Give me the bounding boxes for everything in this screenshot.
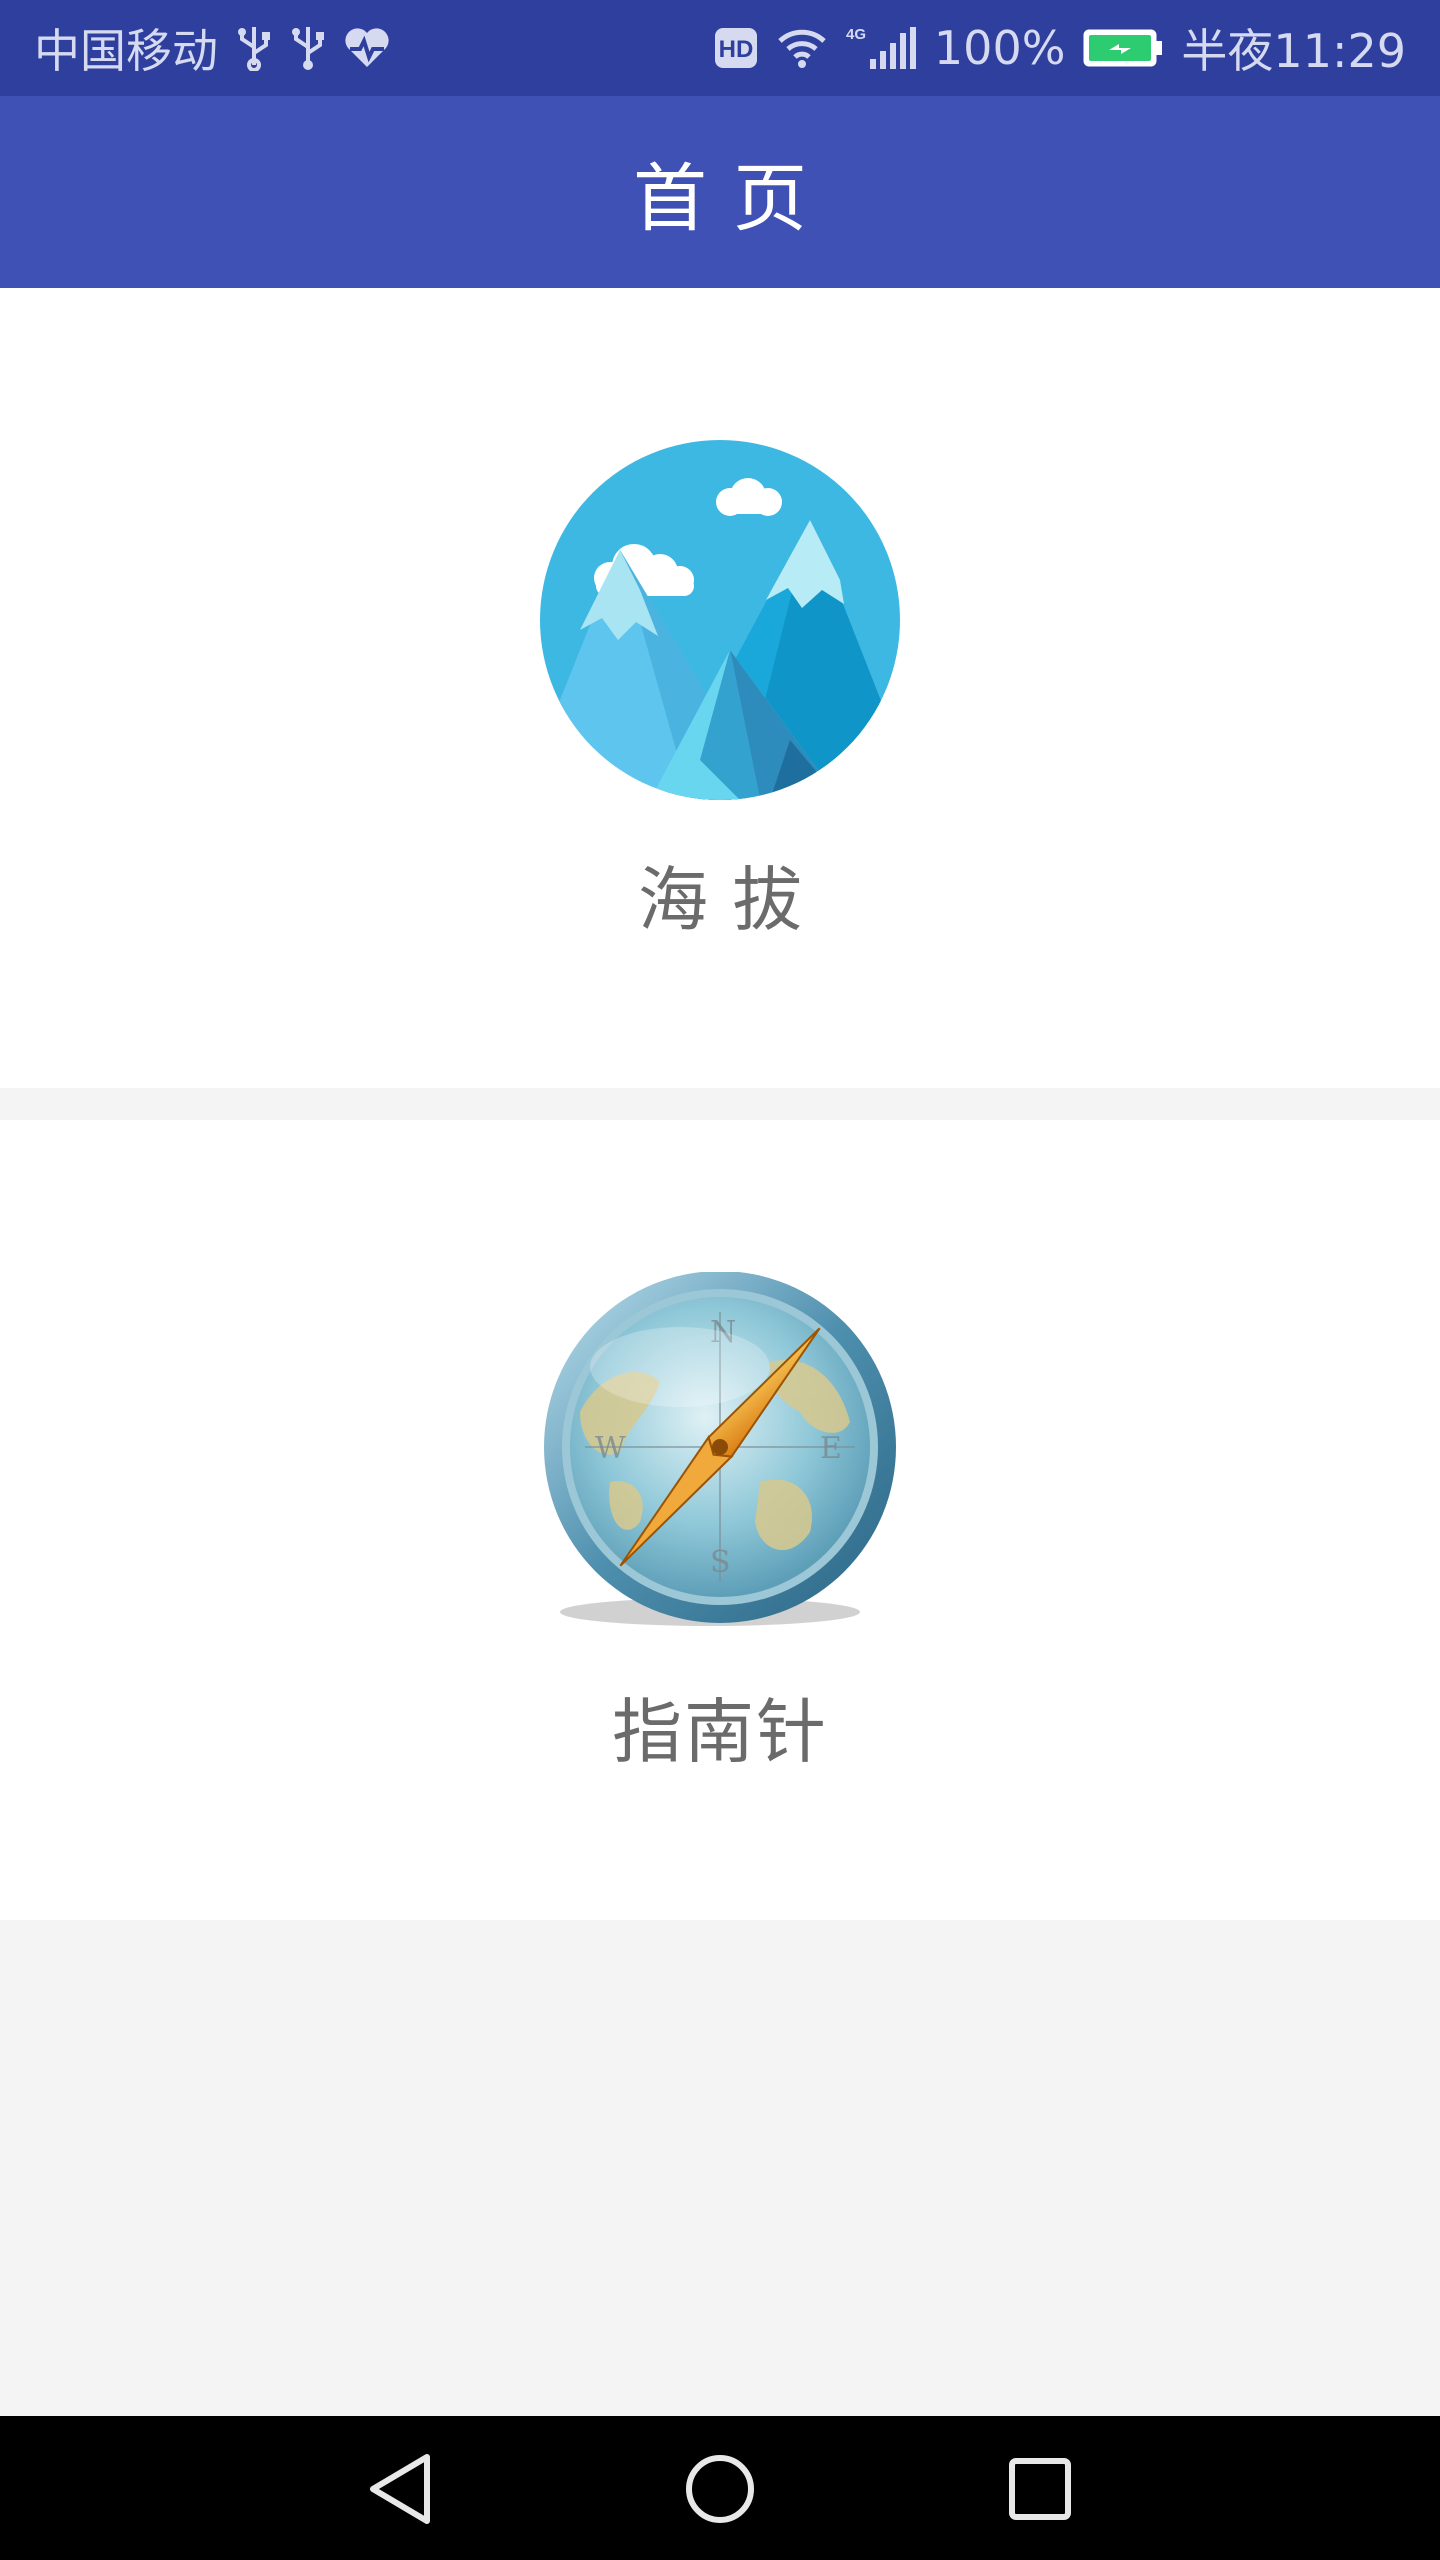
hd-badge-text: HD xyxy=(719,36,754,63)
svg-text:E: E xyxy=(820,1431,842,1466)
compass-label: 指南针 xyxy=(612,1691,828,1773)
home-icon xyxy=(686,2455,754,2523)
network-type-text: 4G xyxy=(846,26,866,43)
recent-apps-icon xyxy=(1009,2458,1071,2520)
back-icon xyxy=(370,2454,430,2524)
home-button[interactable] xyxy=(675,2444,765,2534)
back-button[interactable] xyxy=(355,2444,445,2534)
usb-icon xyxy=(290,25,326,71)
status-bar-right: HD 4G 100% 半夜11:29 xyxy=(714,15,1406,81)
svg-text:W: W xyxy=(595,1431,626,1466)
page-title: 首页 xyxy=(633,155,833,242)
usb-icon xyxy=(236,25,272,71)
clock: 半夜11:29 xyxy=(1181,24,1406,78)
cell-signal-icon: 4G xyxy=(846,25,916,71)
app-bar: 首页 xyxy=(0,96,1440,288)
mountain-icon xyxy=(540,440,900,800)
battery-percent: 100% xyxy=(933,21,1066,75)
compass-card[interactable]: N E S W 指南针 xyxy=(0,1120,1440,1920)
status-bar-left: 中国移动 xyxy=(34,15,390,81)
battery-charging-icon xyxy=(1083,28,1163,68)
carrier-name: 中国移动 xyxy=(34,24,218,78)
altitude-label: 海拔 xyxy=(638,859,826,941)
recent-apps-button[interactable] xyxy=(995,2444,1085,2534)
svg-text:S: S xyxy=(710,1545,731,1580)
altitude-card[interactable]: 海拔 xyxy=(0,288,1440,1088)
status-bar: 中国移动 HD 4G 100% 半夜11:29 xyxy=(0,0,1440,96)
navigation-bar xyxy=(0,2416,1440,2560)
compass-icon: N E S W xyxy=(540,1271,900,1632)
wifi-icon xyxy=(776,27,828,69)
hd-icon: HD xyxy=(714,27,758,69)
health-icon xyxy=(344,27,390,69)
